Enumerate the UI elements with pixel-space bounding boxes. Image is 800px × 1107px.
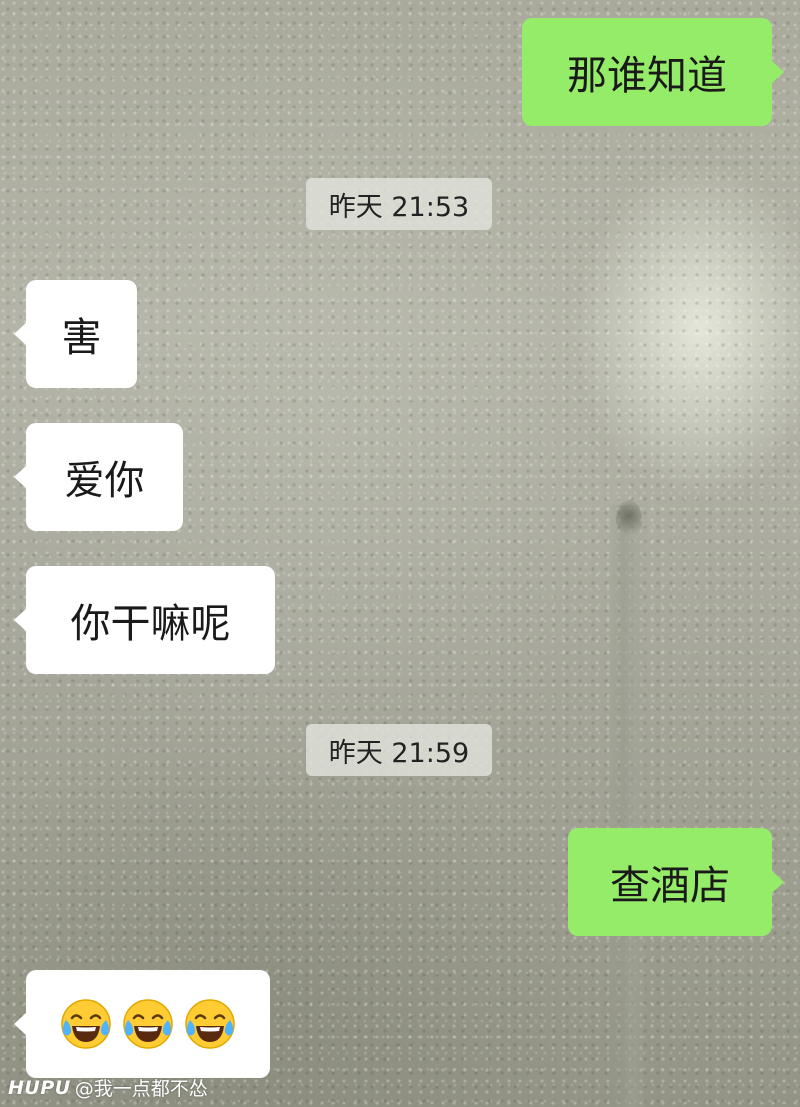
hupu-logo: HUPU (8, 1076, 71, 1099)
water-drop (616, 500, 642, 540)
message-text: 你干嘛呢 (70, 601, 231, 647)
condensation-background (0, 0, 800, 1107)
message-bubble-received[interactable]: 你干嘛呢 (14, 566, 275, 674)
message-text: 查酒店 (610, 863, 730, 909)
message-bubble-received[interactable] (14, 970, 270, 1078)
tears-of-joy-emoji-icon (61, 999, 111, 1049)
tears-of-joy-emoji-icon (185, 999, 235, 1049)
watermark: HUPU @我一点都不怂 (8, 1074, 208, 1101)
timestamp-divider: 昨天 21:59 (306, 724, 492, 776)
timestamp-text: 昨天 21:53 (328, 191, 470, 223)
message-bubble-received[interactable]: 爱你 (14, 423, 183, 531)
water-streak (608, 505, 648, 1107)
message-text: 那谁知道 (567, 53, 727, 99)
emoji-row (58, 996, 238, 1052)
watermark-handle: @我一点都不怂 (74, 1078, 208, 1100)
message-text: 害 (61, 315, 102, 361)
timestamp-divider: 昨天 21:53 (306, 178, 492, 230)
message-text: 爱你 (64, 458, 145, 504)
tears-of-joy-emoji-icon (123, 999, 173, 1049)
message-bubble-sent[interactable]: 那谁知道 (522, 18, 784, 126)
timestamp-text: 昨天 21:59 (328, 737, 470, 769)
message-bubble-received[interactable]: 害 (14, 280, 137, 388)
message-bubble-sent[interactable]: 查酒店 (568, 828, 784, 936)
